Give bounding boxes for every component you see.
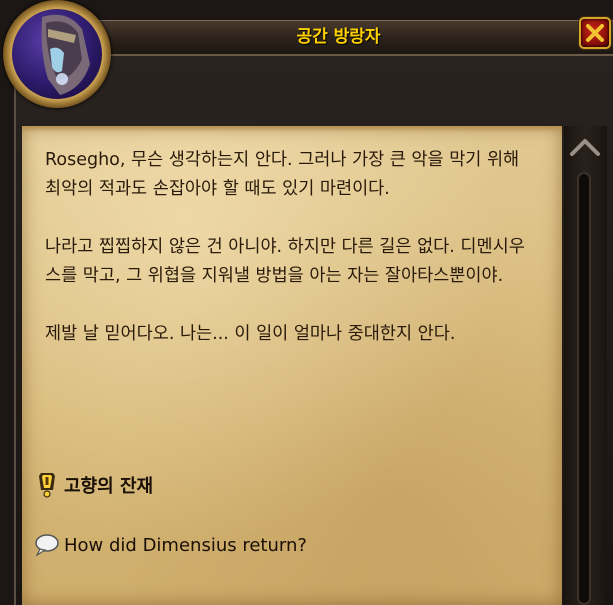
dialog-paragraph: 나라고 찝찝하지 않은 건 아니야. 하지만 다른 길은 없다. 디멘시우스를 … — [45, 237, 525, 286]
npc-portrait — [12, 9, 102, 99]
parchment-edge — [22, 126, 562, 132]
close-icon — [586, 24, 604, 42]
hooded-figure-icon — [41, 14, 90, 95]
scroll-up-button[interactable] — [568, 134, 602, 160]
chat-bubble-icon — [34, 532, 60, 558]
close-button[interactable] — [579, 17, 611, 49]
dialog-paragraph: 제발 날 믿어다오. 나는... 이 일이 얼마나 중대한지 안다. — [45, 324, 456, 344]
scrollbar-rail[interactable] — [577, 172, 591, 605]
window-title: 공간 방랑자 — [296, 27, 381, 47]
dialog-paragraph: Rosegho, 무슨 생각하는지 안다. 그러나 가장 큰 악을 막기 위해 … — [45, 150, 520, 199]
npc-dialog-text: Rosegho, 무슨 생각하는지 안다. 그러나 가장 큰 악을 막기 위해 … — [45, 146, 535, 378]
chevron-up-icon — [570, 139, 600, 156]
gossip-option-dimensius[interactable]: How did Dimensius return? — [34, 530, 307, 560]
quest-exclamation-icon — [34, 472, 60, 498]
gossip-option-label: How did Dimensius return? — [64, 534, 307, 556]
quest-option-label: 고향의 잔재 — [64, 476, 154, 497]
quest-option-remnants-of-home[interactable]: 고향의 잔재 — [34, 470, 153, 500]
